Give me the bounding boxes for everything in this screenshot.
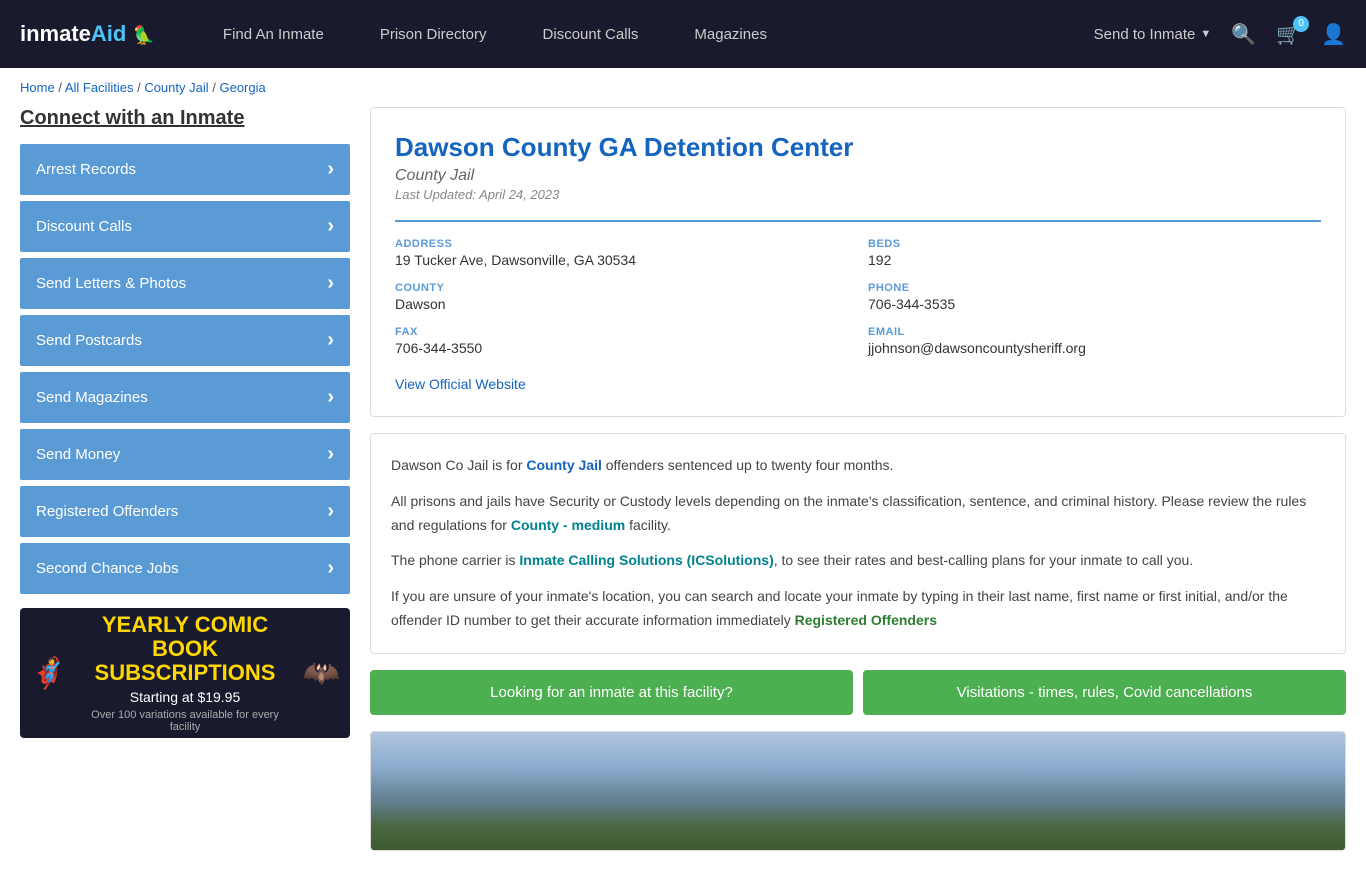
sidebar-item-registered-offenders[interactable]: Registered Offenders › xyxy=(20,486,350,537)
detail-beds: BEDS 192 xyxy=(868,238,1321,268)
sidebar-item-label: Send Magazines xyxy=(36,389,148,406)
sidebar-item-label: Second Chance Jobs xyxy=(36,560,179,577)
content-area: Dawson County GA Detention Center County… xyxy=(370,107,1346,851)
breadcrumb-county-jail[interactable]: County Jail xyxy=(144,80,208,95)
sidebar-item-send-money[interactable]: Send Money › xyxy=(20,429,350,480)
view-website-link[interactable]: View Official Website xyxy=(395,376,526,392)
email-value: jjohnson@dawsoncountysheriff.org xyxy=(868,340,1321,356)
visitations-button[interactable]: Visitations - times, rules, Covid cancel… xyxy=(863,670,1346,715)
facility-card: Dawson County GA Detention Center County… xyxy=(370,107,1346,417)
facility-name: Dawson County GA Detention Center xyxy=(395,132,1321,163)
send-to-inmate-button[interactable]: Send to Inmate ▼ xyxy=(1094,26,1212,43)
icsolutions-link[interactable]: Inmate Calling Solutions (ICSolutions) xyxy=(519,552,773,568)
beds-value: 192 xyxy=(868,252,1321,268)
search-icon[interactable]: 🔍 xyxy=(1231,22,1256,47)
sidebar-arrow-icon: › xyxy=(327,557,334,580)
sidebar-arrow-icon: › xyxy=(327,443,334,466)
breadcrumb-all-facilities[interactable]: All Facilities xyxy=(65,80,134,95)
description-card: Dawson Co Jail is for County Jail offend… xyxy=(370,433,1346,654)
sidebar-item-send-postcards[interactable]: Send Postcards › xyxy=(20,315,350,366)
nav-links: Find An Inmate Prison Directory Discount… xyxy=(195,0,1094,68)
breadcrumb-home[interactable]: Home xyxy=(20,80,55,95)
ad-price: Starting at $19.95 xyxy=(75,689,294,705)
breadcrumb-state[interactable]: Georgia xyxy=(219,80,265,95)
sidebar-item-send-letters[interactable]: Send Letters & Photos › xyxy=(20,258,350,309)
sidebar-arrow-icon: › xyxy=(327,158,334,181)
description-para2: All prisons and jails have Security or C… xyxy=(391,490,1325,538)
description-para4: If you are unsure of your inmate's locat… xyxy=(391,585,1325,633)
email-label: EMAIL xyxy=(868,326,1321,338)
fax-label: FAX xyxy=(395,326,848,338)
sidebar-item-arrest-records[interactable]: Arrest Records › xyxy=(20,144,350,195)
sidebar-item-discount-calls[interactable]: Discount Calls › xyxy=(20,201,350,252)
sidebar-item-label: Discount Calls xyxy=(36,218,132,235)
cta-buttons: Looking for an inmate at this facility? … xyxy=(370,670,1346,715)
main-container: Connect with an Inmate Arrest Records › … xyxy=(0,107,1366,871)
sidebar-arrow-icon: › xyxy=(327,329,334,352)
county-label: COUNTY xyxy=(395,282,848,294)
sidebar-item-label: Arrest Records xyxy=(36,161,136,178)
county-medium-link[interactable]: County - medium xyxy=(511,517,625,533)
sidebar-arrow-icon: › xyxy=(327,386,334,409)
detail-phone: PHONE 706-344-3535 xyxy=(868,282,1321,312)
cart-badge: 0 xyxy=(1293,16,1309,32)
looking-for-inmate-button[interactable]: Looking for an inmate at this facility? xyxy=(370,670,853,715)
sidebar-item-label: Send Postcards xyxy=(36,332,142,349)
sidebar-item-label: Send Money xyxy=(36,446,120,463)
sidebar-advertisement[interactable]: 🦸 Yearly Comic Book Subscriptions Starti… xyxy=(20,608,350,738)
sidebar-arrow-icon: › xyxy=(327,215,334,238)
sidebar-item-second-chance-jobs[interactable]: Second Chance Jobs › xyxy=(20,543,350,594)
detail-county: COUNTY Dawson xyxy=(395,282,848,312)
ad-title: Yearly Comic Book Subscriptions xyxy=(75,613,294,686)
registered-offenders-link[interactable]: Registered Offenders xyxy=(795,612,937,628)
facility-image-inner xyxy=(371,732,1345,850)
facility-updated: Last Updated: April 24, 2023 xyxy=(395,187,1321,202)
cart-icon[interactable]: 🛒 0 xyxy=(1276,22,1301,47)
ad-subtitle: Over 100 variations available for every … xyxy=(75,709,294,733)
phone-value: 706-344-3535 xyxy=(868,296,1321,312)
sidebar-arrow-icon: › xyxy=(327,500,334,523)
nav-magazines[interactable]: Magazines xyxy=(666,0,795,68)
navigation: inmateAid 🦜 Find An Inmate Prison Direct… xyxy=(0,0,1366,68)
detail-email: EMAIL jjohnson@dawsoncountysheriff.org xyxy=(868,326,1321,356)
sidebar-item-label: Registered Offenders xyxy=(36,503,178,520)
county-value: Dawson xyxy=(395,296,848,312)
view-website-group: View Official Website xyxy=(395,376,1321,392)
logo-text: inmateAid 🦜 xyxy=(20,21,155,47)
nav-discount-calls[interactable]: Discount Calls xyxy=(515,0,667,68)
detail-fax: FAX 706-344-3550 xyxy=(395,326,848,356)
user-icon[interactable]: 👤 xyxy=(1321,22,1346,47)
county-jail-link[interactable]: County Jail xyxy=(526,457,601,473)
address-value: 19 Tucker Ave, Dawsonville, GA 30534 xyxy=(395,252,848,268)
nav-find-inmate[interactable]: Find An Inmate xyxy=(195,0,352,68)
facility-image xyxy=(370,731,1346,851)
nav-right: Send to Inmate ▼ 🔍 🛒 0 👤 xyxy=(1094,22,1346,47)
address-label: ADDRESS xyxy=(395,238,848,250)
description-para3: The phone carrier is Inmate Calling Solu… xyxy=(391,549,1325,573)
beds-label: BEDS xyxy=(868,238,1321,250)
sidebar-item-label: Send Letters & Photos xyxy=(36,275,186,292)
sidebar-arrow-icon: › xyxy=(327,272,334,295)
nav-prison-directory[interactable]: Prison Directory xyxy=(352,0,515,68)
facility-type: County Jail xyxy=(395,167,1321,185)
sidebar-title: Connect with an Inmate xyxy=(20,107,350,130)
description-para1: Dawson Co Jail is for County Jail offend… xyxy=(391,454,1325,478)
fax-value: 706-344-3550 xyxy=(395,340,848,356)
sidebar-item-send-magazines[interactable]: Send Magazines › xyxy=(20,372,350,423)
send-to-inmate-arrow-icon: ▼ xyxy=(1200,28,1211,40)
facility-details: ADDRESS 19 Tucker Ave, Dawsonville, GA 3… xyxy=(395,220,1321,392)
logo[interactable]: inmateAid 🦜 xyxy=(20,21,155,47)
breadcrumb: Home / All Facilities / County Jail / Ge… xyxy=(0,68,1366,107)
phone-label: PHONE xyxy=(868,282,1321,294)
detail-address: ADDRESS 19 Tucker Ave, Dawsonville, GA 3… xyxy=(395,238,848,268)
sidebar: Connect with an Inmate Arrest Records › … xyxy=(20,107,350,851)
